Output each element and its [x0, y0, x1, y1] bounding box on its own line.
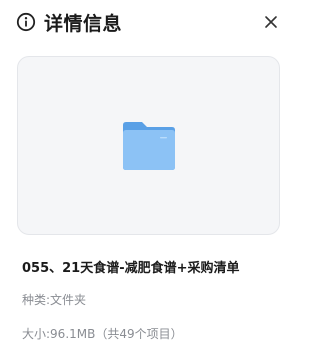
close-icon — [265, 16, 277, 28]
close-button[interactable] — [259, 10, 283, 34]
file-name: 055、21天食谱-减肥食谱+采购清单 — [22, 261, 240, 276]
folder-icon — [122, 121, 175, 170]
type-value: 文件夹 — [50, 293, 87, 307]
size-value: 96.1MB（共49个项目） — [50, 327, 183, 341]
size-label: 大小: — [22, 327, 51, 341]
type-row: 种类:文件夹 — [22, 291, 86, 308]
info-circle-icon — [16, 12, 36, 32]
panel-header: 详情信息 — [16, 8, 283, 36]
details-panel: 详情信息 055、21天食谱-减肥食谱+采购清单 种类:文件夹 大小:96.1M… — [0, 0, 295, 351]
panel-title: 详情信息 — [44, 12, 123, 35]
size-row: 大小:96.1MB（共49个项目） — [22, 325, 183, 342]
preview-area — [17, 56, 280, 235]
type-label: 种类: — [22, 293, 51, 307]
